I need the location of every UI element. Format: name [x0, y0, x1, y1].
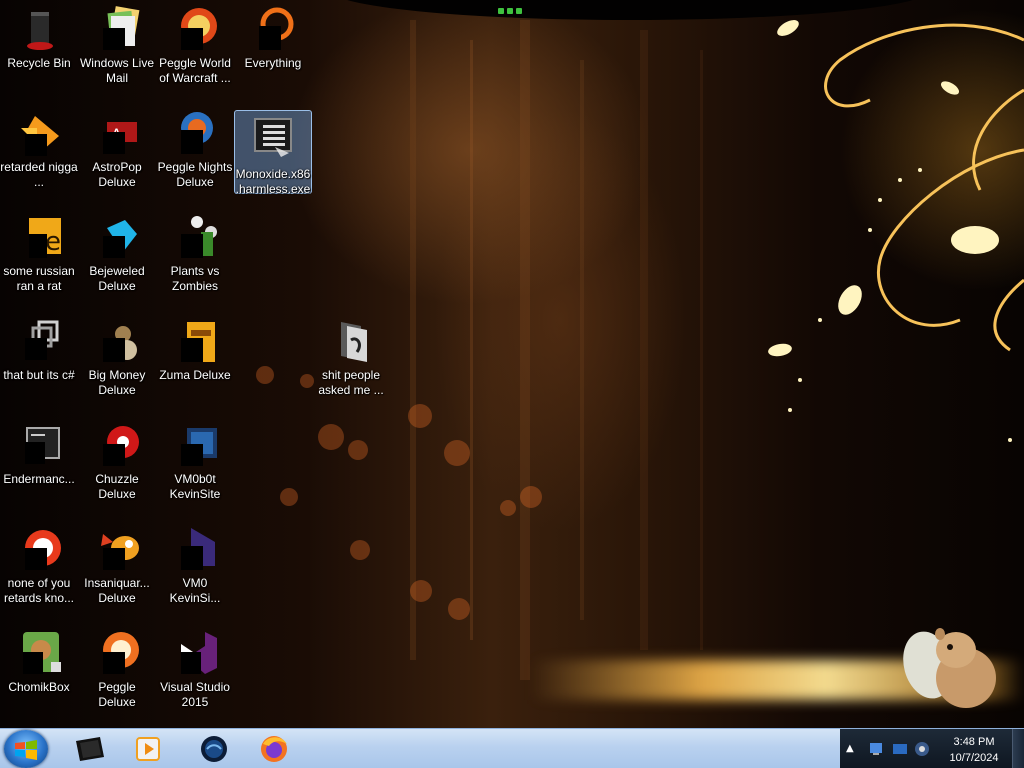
desktop-icon-chomikbox[interactable]: ChomikBox — [0, 624, 78, 724]
desktop-icon-plants-vs-zombies[interactable]: Plants vs Zombies — [156, 208, 234, 308]
clock-date: 10/7/2024 — [949, 752, 999, 764]
icon-label: Big Money Deluxe — [88, 368, 146, 397]
icon-label: Plants vs Zombies — [170, 264, 220, 293]
desktop-icon-recycle-bin[interactable]: Recycle Bin — [0, 0, 78, 100]
folder-icon — [327, 316, 375, 364]
app-icon — [15, 524, 63, 572]
desktop-icon-windows-live-mail[interactable]: Windows Live Mail — [78, 0, 156, 100]
desktop-icon-bejeweled[interactable]: Bejeweled Deluxe — [78, 208, 156, 308]
desktop-icon-app-2[interactable]: e some russian ran a rat — [0, 208, 78, 308]
icon-label: Recycle Bin — [7, 56, 71, 70]
desktop-icon-big-money[interactable]: Big Money Deluxe — [78, 312, 156, 412]
firefox-icon — [261, 736, 287, 762]
svg-text:e: e — [45, 227, 61, 257]
icon-label: Zuma Deluxe — [159, 368, 231, 382]
plant-icon — [171, 212, 219, 260]
taskbar: ▲ 3:48 PM 10/7/2024 — [0, 728, 1024, 768]
search-ring-icon — [249, 4, 297, 52]
icon-label: AstroPop Deluxe — [92, 160, 142, 189]
zuma-icon — [171, 316, 219, 364]
desktop-icon-peggle-deluxe[interactable]: Peggle Deluxe — [78, 624, 156, 724]
icon-label: Monoxide.x86.harmless.exe — [235, 167, 311, 196]
network-icon[interactable] — [868, 741, 884, 757]
icon-label: Visual Studio 2015 — [160, 680, 230, 709]
desktop-icon-chuzzle[interactable]: Chuzzle Deluxe — [78, 416, 156, 516]
taskbar-globe[interactable] — [186, 731, 242, 767]
start-button[interactable] — [4, 730, 48, 768]
mail-icon — [93, 4, 141, 52]
desktop-icon-folder[interactable]: shit people asked me ... — [312, 312, 390, 412]
icon-label: that but its c# — [3, 368, 75, 382]
icon-label: shit people asked me ... — [318, 368, 384, 397]
vm-icon — [171, 420, 219, 468]
icon-label: Peggle Deluxe — [98, 680, 136, 709]
icon-label: Bejeweled Deluxe — [89, 264, 145, 293]
media-player-icon — [136, 737, 160, 761]
desktop-icon-vm0b0t[interactable]: VM0b0t KevinSite — [156, 416, 234, 516]
icon-label: Everything — [244, 56, 302, 70]
taskbar-terminal[interactable] — [62, 731, 118, 767]
desktop-icon-peggle-nights[interactable]: Peggle Nights Deluxe — [156, 104, 234, 204]
desktop-icon-app-1[interactable]: retarded nigga ... — [0, 104, 78, 204]
clock[interactable]: 3:48 PM 10/7/2024 — [936, 734, 1012, 766]
icon-label: Windows Live Mail — [79, 56, 155, 85]
system-tray: ▲ 3:48 PM 10/7/2024 — [840, 729, 1024, 768]
fish-icon — [93, 524, 141, 572]
desktop-icon-app-3[interactable]: that but its c# — [0, 312, 78, 412]
desktop[interactable]: Recycle Bin retarded nigga ... e some ru… — [0, 0, 1024, 728]
icon-label: Peggle World of Warcraft ... — [159, 56, 231, 85]
desktop-icon-vm0[interactable]: VM0 KevinSi... — [156, 520, 234, 620]
recycle-bin-icon — [15, 4, 63, 52]
wallpaper-swirl — [768, 20, 1024, 442]
desktop-icon-astropop[interactable]: A AstroPop Deluxe — [78, 104, 156, 204]
window-icon — [15, 420, 63, 468]
taskbar-media-player[interactable] — [120, 731, 176, 767]
desktop-icon-app-4[interactable]: none of you retards kno... — [0, 520, 78, 620]
clock-time: 3:48 PM — [953, 736, 995, 748]
icon-label: retarded nigga ... — [0, 160, 78, 189]
peggle-icon — [93, 628, 141, 676]
wallpaper-lights — [498, 8, 528, 16]
desktop-icon-endermanch[interactable]: Endermanc... — [0, 416, 78, 516]
icon-label: none of you retards kno... — [3, 576, 75, 605]
chuzzle-icon — [93, 420, 141, 468]
icon-label: Insaniquar... Deluxe — [84, 576, 150, 605]
terminal-icon — [76, 737, 104, 761]
peggle-icon — [171, 108, 219, 156]
money-icon — [93, 316, 141, 364]
vm-icon — [171, 524, 219, 572]
monitor-icon[interactable] — [892, 741, 908, 757]
window-icon — [15, 316, 63, 364]
desktop-icon-peggle-wow[interactable]: Peggle World of Warcraft ... — [156, 0, 234, 100]
show-desktop-button[interactable] — [1012, 729, 1024, 768]
desktop-icon-monoxide-selected[interactable]: Monoxide.x86.harmless.exe — [234, 110, 312, 196]
desktop-icon-visual-studio[interactable]: Visual Studio 2015 — [156, 624, 234, 724]
peggle-icon — [171, 4, 219, 52]
taskbar-firefox[interactable] — [246, 731, 302, 767]
gem-icon — [93, 212, 141, 260]
desktop-icon-insaniquarium[interactable]: Insaniquar... Deluxe — [78, 520, 156, 620]
globe-icon — [201, 736, 227, 762]
executable-icon — [249, 115, 297, 163]
hamster-icon — [15, 628, 63, 676]
icon-label: Peggle Nights Deluxe — [157, 160, 233, 189]
windows-logo-icon — [15, 740, 37, 760]
show-hidden-icons-button[interactable]: ▲ — [846, 743, 854, 754]
game-icon: A — [93, 108, 141, 156]
speaker-icon[interactable] — [914, 741, 930, 757]
desktop-icon-zuma[interactable]: Zuma Deluxe — [156, 312, 234, 412]
app-icon — [15, 108, 63, 156]
icon-label: VM0b0t KevinSite — [169, 472, 221, 501]
hamster-image — [903, 628, 996, 708]
desktop-icon-everything[interactable]: Everything — [234, 0, 312, 100]
icon-label: VM0 KevinSi... — [169, 576, 221, 605]
visual-studio-icon — [171, 628, 219, 676]
app-icon: e — [15, 212, 63, 260]
icon-label: Endermanc... — [3, 472, 75, 486]
icon-label: ChomikBox — [8, 680, 70, 694]
icon-label: some russian ran a rat — [3, 264, 75, 293]
icon-label: Chuzzle Deluxe — [95, 472, 139, 501]
